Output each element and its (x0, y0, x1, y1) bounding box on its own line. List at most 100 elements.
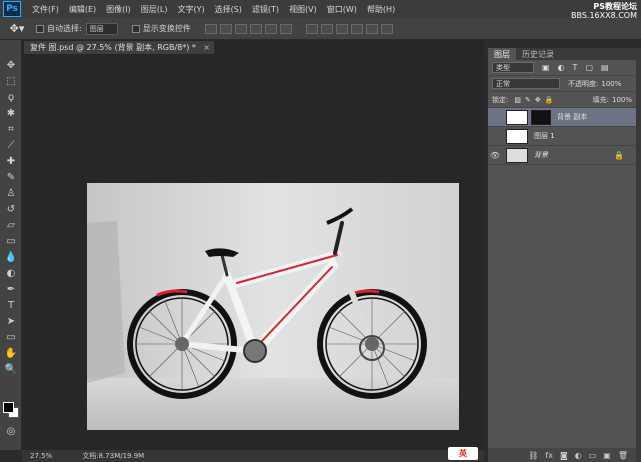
fx-icon[interactable]: fx (545, 451, 553, 460)
layer-thumbnail (506, 128, 528, 144)
show-transform-checkbox[interactable] (131, 24, 140, 33)
new-group-icon[interactable]: ▭ (589, 451, 597, 460)
menu-bar: Ps 文件(F) 编辑(E) 图像(I) 图层(L) 文字(Y) 选择(S) 滤… (0, 0, 641, 20)
layer-row-background-copy[interactable]: 背景 副本 (488, 108, 636, 127)
trash-icon[interactable]: 🗑 (618, 451, 628, 460)
bicycle-image (87, 183, 459, 430)
bicycle-photo (87, 183, 459, 430)
align-left-icon[interactable] (249, 23, 262, 34)
layer-mask-thumbnail[interactable] (531, 109, 551, 125)
align-vcenter-icon[interactable] (219, 23, 232, 34)
pen-tool-icon[interactable]: ✒ (3, 282, 19, 296)
close-icon[interactable]: × (203, 43, 210, 52)
brush-tool-icon[interactable]: ✎ (3, 170, 19, 184)
move-tool-preset-icon[interactable]: ✥▾ (6, 20, 28, 38)
menu-edit[interactable]: 编辑(E) (64, 4, 101, 15)
path-select-icon[interactable]: ➤ (3, 314, 19, 328)
blend-mode-dropdown[interactable]: 正常 (492, 78, 560, 89)
distribute-vcenter-icon[interactable] (320, 23, 333, 34)
layer-row-background[interactable]: 👁 背景 🔒 (488, 146, 636, 165)
dodge-tool-icon[interactable]: ◐ (3, 266, 19, 280)
layer-filter-dropdown[interactable]: 类型 (492, 62, 534, 73)
distribute-right-icon[interactable] (380, 23, 393, 34)
blend-mode-value: 正常 (496, 79, 510, 88)
layer-thumbnail (506, 109, 528, 125)
eye-icon[interactable]: 👁 (488, 151, 502, 160)
tab-layers[interactable]: 图层 (488, 48, 516, 60)
marquee-tool-icon[interactable]: ⬚ (3, 74, 19, 88)
adjustment-filter-icon[interactable]: ◐ (558, 63, 565, 72)
adjustment-layer-icon[interactable]: ◐ (575, 451, 582, 460)
layers-panel-footer: ⛓ fx ◙ ◐ ▭ ▣ 🗑 (488, 448, 636, 462)
canvas-area[interactable] (22, 54, 484, 450)
clone-stamp-icon[interactable]: ♙ (3, 186, 19, 200)
lock-icon: 🔒 (614, 150, 624, 160)
document-info[interactable]: 文档:8.73M/19.9M (82, 451, 144, 461)
gradient-tool-icon[interactable]: ▭ (3, 234, 19, 248)
healing-brush-icon[interactable]: ✚ (3, 154, 19, 168)
distribute-hcenter-icon[interactable] (365, 23, 378, 34)
pixel-filter-icon[interactable]: ▣ (542, 63, 550, 72)
auto-select-checkbox[interactable] (36, 24, 44, 33)
fill-value[interactable]: 100% (612, 96, 632, 104)
type-tool-icon[interactable]: T (3, 298, 19, 312)
magic-wand-icon[interactable]: ✱ (3, 106, 19, 120)
lock-row: 锁定: ▨✎✥🔒 填充: 100% (488, 92, 636, 108)
fill-label: 填充: (592, 95, 609, 104)
distribute-left-icon[interactable] (350, 23, 363, 34)
link-layers-icon[interactable]: ⛓ (528, 451, 538, 460)
blend-row: 正常 不透明度: 100% (488, 76, 636, 92)
menu-layer[interactable]: 图层(L) (136, 4, 173, 15)
zoom-tool-icon[interactable]: 🔍 (3, 362, 19, 376)
auto-select-dropdown[interactable]: 图层 (85, 22, 118, 35)
lasso-tool-icon[interactable]: ϙ (3, 90, 19, 104)
shape-filter-icon[interactable]: ▢ (585, 63, 593, 72)
menu-window[interactable]: 窗口(W) (322, 4, 362, 15)
crop-tool-icon[interactable]: ⌗ (3, 122, 19, 136)
type-filter-icon[interactable]: T (573, 63, 578, 72)
new-layer-icon[interactable]: ▣ (603, 451, 611, 460)
document-tab[interactable]: 复件 图.psd @ 27.5% (背景 副本, RGB/8*) * × (24, 41, 214, 54)
distribute-top-icon[interactable] (305, 23, 318, 34)
menu-view[interactable]: 视图(V) (284, 4, 322, 15)
show-transform-label: 显示变换控件 (142, 24, 191, 33)
zoom-level[interactable]: 27.5% (30, 452, 52, 460)
photoshop-logo: Ps (3, 1, 21, 17)
menu-image[interactable]: 图像(I) (101, 4, 136, 15)
add-mask-icon[interactable]: ◙ (560, 451, 568, 460)
filter-icons: ▣ ◐ T ▢ ▤ (542, 63, 609, 72)
smart-filter-icon[interactable]: ▤ (601, 63, 609, 72)
align-bottom-icon[interactable] (234, 23, 247, 34)
menu-select[interactable]: 选择(S) (210, 4, 247, 15)
align-right-icon[interactable] (279, 23, 292, 34)
distribute-bottom-icon[interactable] (335, 23, 348, 34)
lock-icons[interactable]: ▨✎✥🔒 (514, 96, 557, 104)
foreground-color-swatch[interactable] (3, 402, 14, 413)
watermark-title: PS教程论坛 (593, 2, 637, 11)
blur-tool-icon[interactable]: 💧 (3, 250, 19, 264)
align-top-icon[interactable] (204, 23, 217, 34)
eraser-icon[interactable]: ▱ (3, 218, 19, 232)
menu-list: 文件(F) 编辑(E) 图像(I) 图层(L) 文字(Y) 选择(S) 滤镜(T… (27, 4, 400, 15)
quick-mask-icon[interactable]: ◎ (3, 424, 19, 438)
history-brush-icon[interactable]: ↺ (3, 202, 19, 216)
opacity-value[interactable]: 100% (601, 80, 621, 88)
menu-help[interactable]: 帮助(H) (362, 4, 400, 15)
panel-dock-edge (636, 48, 641, 462)
eyedropper-icon[interactable]: ⟋ (3, 138, 19, 152)
move-tool-icon[interactable]: ✥ (3, 58, 19, 72)
hand-tool-icon[interactable]: ✋ (3, 346, 19, 360)
status-bar: 27.5% 文档:8.73M/19.9M (22, 450, 484, 462)
opacity-label: 不透明度: (568, 79, 599, 88)
panel-tabs: 图层 历史记录 (488, 48, 636, 60)
ime-indicator[interactable]: 英 (448, 447, 478, 460)
layer-row-layer-1[interactable]: 图层 1 (488, 127, 636, 146)
tab-history[interactable]: 历史记录 (516, 49, 560, 60)
align-hcenter-icon[interactable] (264, 23, 277, 34)
layer-name: 图层 1 (534, 132, 555, 140)
shape-tool-icon[interactable]: ▭ (3, 330, 19, 344)
menu-type[interactable]: 文字(Y) (172, 4, 209, 15)
menu-filter[interactable]: 滤镜(T) (247, 4, 284, 15)
layer-filter-row: 类型 ▣ ◐ T ▢ ▤ (488, 60, 636, 76)
menu-file[interactable]: 文件(F) (27, 4, 64, 15)
